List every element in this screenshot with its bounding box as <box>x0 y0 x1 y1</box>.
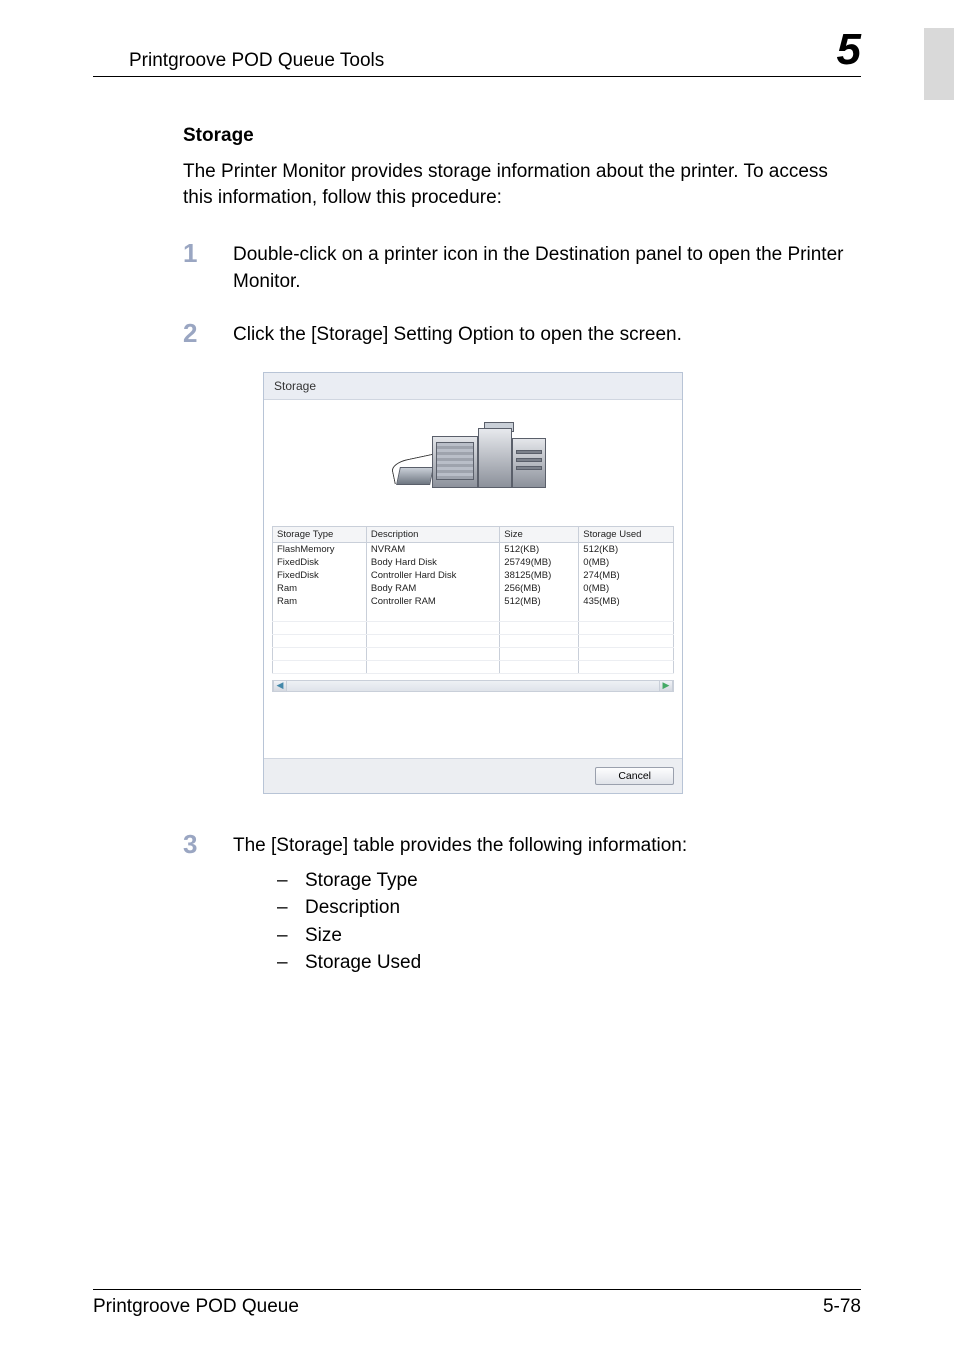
dialog-footer: Cancel <box>264 758 682 793</box>
cell-size: 38125(MB) <box>500 569 579 582</box>
scroll-right-icon[interactable]: ▶ <box>659 681 673 691</box>
table-row[interactable]: Ram Body RAM 256(MB) 0(MB) <box>273 582 674 595</box>
printer-part-icon <box>478 428 512 488</box>
cell-storage-used: 512(KB) <box>579 543 674 557</box>
dash-icon: – <box>277 867 305 895</box>
bullet-text: Description <box>305 894 400 922</box>
printer-part-icon <box>436 442 474 480</box>
bullet-text: Size <box>305 922 342 950</box>
table-row[interactable]: Ram Controller RAM 512(MB) 435(MB) <box>273 595 674 608</box>
list-item: – Storage Type <box>277 867 687 895</box>
table-row[interactable]: FlashMemory NVRAM 512(KB) 512(KB) <box>273 543 674 557</box>
horizontal-scrollbar[interactable]: ◀ ▶ <box>272 680 674 692</box>
printer-part-icon <box>516 450 542 454</box>
step-number: 1 <box>183 239 233 294</box>
col-description[interactable]: Description <box>366 527 499 543</box>
printer-part-icon <box>512 438 546 488</box>
col-storage-type[interactable]: Storage Type <box>273 527 367 543</box>
list-item: – Size <box>277 922 687 950</box>
printer-part-icon <box>516 466 542 470</box>
page-footer: Printgroove POD Queue 5-78 <box>93 1289 861 1318</box>
dash-icon: – <box>277 894 305 922</box>
step-text: Double-click on a printer icon in the De… <box>233 239 861 294</box>
step-1: 1 Double-click on a printer icon in the … <box>183 239 861 294</box>
table-header-row[interactable]: Storage Type Description Size Storage Us… <box>273 527 674 543</box>
dialog-title: Storage <box>264 373 682 400</box>
cell-storage-type: FixedDisk <box>273 569 367 582</box>
footer-title: Printgroove POD Queue <box>93 1296 299 1318</box>
section-heading: Storage <box>183 125 861 147</box>
section-intro: The Printer Monitor provides storage inf… <box>183 159 861 211</box>
col-size[interactable]: Size <box>500 527 579 543</box>
table-row <box>273 634 674 647</box>
cell-description: NVRAM <box>366 543 499 557</box>
table-row <box>273 660 674 673</box>
table-row <box>273 608 674 621</box>
cell-size: 25749(MB) <box>500 556 579 569</box>
cell-size: 256(MB) <box>500 582 579 595</box>
step-2: 2 Click the [Storage] Setting Option to … <box>183 319 861 348</box>
table-row[interactable]: FixedDisk Controller Hard Disk 38125(MB)… <box>273 569 674 582</box>
printer-illustration <box>272 410 674 526</box>
step-3: 3 The [Storage] table provides the follo… <box>183 830 861 977</box>
cancel-button[interactable]: Cancel <box>595 767 674 785</box>
cell-storage-used: 0(MB) <box>579 556 674 569</box>
cell-storage-used: 435(MB) <box>579 595 674 608</box>
bullet-text: Storage Type <box>305 867 418 895</box>
cell-storage-type: FlashMemory <box>273 543 367 557</box>
dash-icon: – <box>277 922 305 950</box>
cell-description: Body RAM <box>366 582 499 595</box>
col-storage-used[interactable]: Storage Used <box>579 527 674 543</box>
step-text: Click the [Storage] Setting Option to op… <box>233 319 682 348</box>
bullet-text: Storage Used <box>305 949 421 977</box>
scroll-left-icon[interactable]: ◀ <box>273 681 287 691</box>
cell-size: 512(MB) <box>500 595 579 608</box>
cell-storage-type: Ram <box>273 582 367 595</box>
step-number: 2 <box>183 319 233 348</box>
dash-icon: – <box>277 949 305 977</box>
footer-page-number: 5-78 <box>823 1296 861 1318</box>
cell-description: Body Hard Disk <box>366 556 499 569</box>
storage-table: Storage Type Description Size Storage Us… <box>272 526 674 674</box>
printer-part-icon <box>396 467 434 485</box>
header-title: Printgroove POD Queue Tools <box>129 50 384 72</box>
step-text: The [Storage] table provides the followi… <box>233 830 687 977</box>
cell-storage-used: 0(MB) <box>579 582 674 595</box>
chapter-number: 5 <box>837 28 861 72</box>
page-header: Printgroove POD Queue Tools 5 <box>93 28 861 77</box>
cell-storage-used: 274(MB) <box>579 569 674 582</box>
table-row <box>273 621 674 634</box>
cell-storage-type: Ram <box>273 595 367 608</box>
list-item: – Description <box>277 894 687 922</box>
printer-part-icon <box>516 458 542 462</box>
cell-description: Controller Hard Disk <box>366 569 499 582</box>
table-row[interactable]: FixedDisk Body Hard Disk 25749(MB) 0(MB) <box>273 556 674 569</box>
table-row <box>273 647 674 660</box>
storage-dialog: Storage <box>263 372 683 794</box>
list-item: – Storage Used <box>277 949 687 977</box>
cell-size: 512(KB) <box>500 543 579 557</box>
page-side-tab <box>924 28 954 100</box>
cell-description: Controller RAM <box>366 595 499 608</box>
cell-storage-type: FixedDisk <box>273 556 367 569</box>
step-number: 3 <box>183 830 233 977</box>
scroll-track[interactable] <box>287 681 659 691</box>
step-text-content: The [Storage] table provides the followi… <box>233 835 687 856</box>
